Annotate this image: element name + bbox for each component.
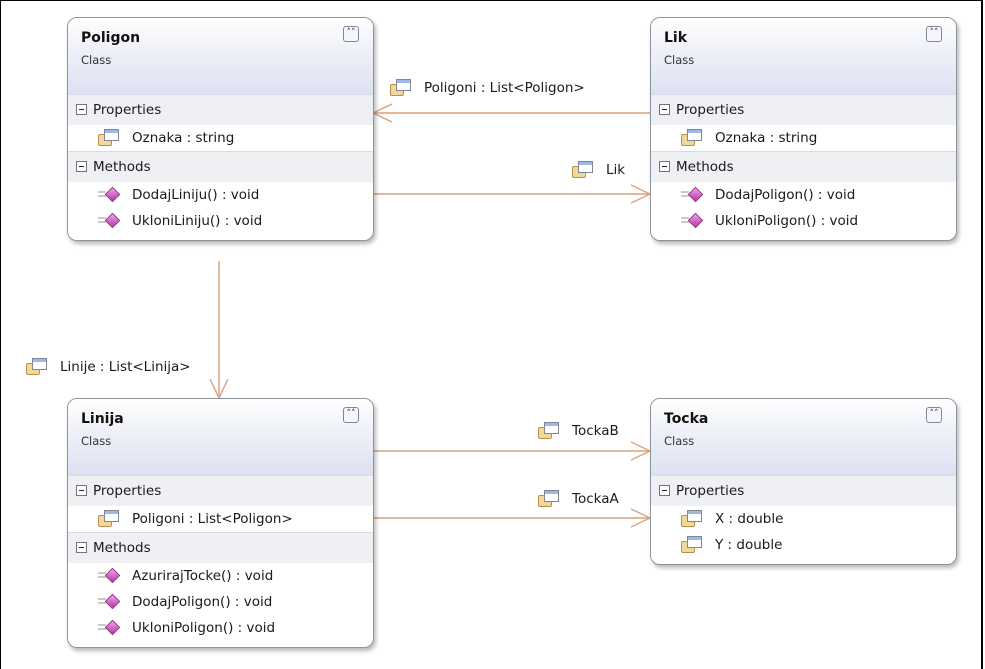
method-item[interactable]: DodajPoligon() : void xyxy=(68,589,373,615)
property-icon xyxy=(681,129,703,146)
association-label-text: Lik xyxy=(606,162,626,178)
method-item[interactable]: DodajPoligon() : void xyxy=(651,182,956,208)
association-label-tockaa[interactable]: TockaA xyxy=(538,490,619,507)
class-header[interactable]: Lik Class ˄˄ xyxy=(651,18,956,94)
member-label: DodajPoligon() : void xyxy=(715,187,856,203)
class-stereotype: Class xyxy=(81,53,112,67)
class-name: Tocka xyxy=(664,411,709,427)
section-label: Properties xyxy=(93,483,162,499)
property-icon xyxy=(390,79,412,96)
section-label: Methods xyxy=(93,540,151,556)
property-icon xyxy=(681,536,703,553)
property-icon xyxy=(538,490,560,507)
association-label-poligoni[interactable]: Poligoni : List<Poligon> xyxy=(390,79,585,96)
class-name: Poligon xyxy=(81,30,141,46)
method-icon xyxy=(681,186,704,203)
property-item[interactable]: Poligoni : List<Poligon> xyxy=(68,506,373,532)
class-tocka[interactable]: Tocka Class ˄˄ Properties X : double Y :… xyxy=(650,398,957,565)
member-label: Oznaka : string xyxy=(132,130,235,146)
section-label: Methods xyxy=(93,159,151,175)
member-label: X : double xyxy=(715,511,784,527)
property-item[interactable]: X : double xyxy=(651,506,956,532)
method-item[interactable]: DodajLiniju() : void xyxy=(68,182,373,208)
method-item[interactable]: UkloniPoligon() : void xyxy=(68,615,373,647)
properties-section-header[interactable]: Properties xyxy=(68,94,373,125)
methods-section-header[interactable]: Methods xyxy=(651,151,956,182)
property-icon xyxy=(98,510,120,527)
section-toggle-icon[interactable] xyxy=(76,542,87,553)
class-stereotype: Class xyxy=(81,434,112,448)
collapse-icon[interactable]: ˄˄ xyxy=(926,26,942,42)
method-item[interactable]: AzurirajTocke() : void xyxy=(68,563,373,589)
section-toggle-icon[interactable] xyxy=(76,104,87,115)
class-name: Lik xyxy=(664,30,688,46)
association-label-linije[interactable]: Linije : List<Linija> xyxy=(26,358,191,375)
property-icon xyxy=(572,161,594,178)
association-label-tockab[interactable]: TockaB xyxy=(538,422,619,439)
section-toggle-icon[interactable] xyxy=(76,161,87,172)
member-label: UkloniPoligon() : void xyxy=(715,213,859,229)
member-label: UkloniLiniju() : void xyxy=(132,213,263,229)
property-icon xyxy=(538,422,560,439)
property-icon xyxy=(26,358,48,375)
member-label: Y : double xyxy=(715,537,783,553)
section-label: Properties xyxy=(676,102,745,118)
association-label-text: Poligoni : List<Poligon> xyxy=(424,80,585,96)
class-header[interactable]: Tocka Class ˄˄ xyxy=(651,399,956,475)
method-item[interactable]: UkloniPoligon() : void xyxy=(651,208,956,240)
section-toggle-icon[interactable] xyxy=(659,104,670,115)
member-label: Oznaka : string xyxy=(715,130,818,146)
properties-section-header[interactable]: Properties xyxy=(651,475,956,506)
section-toggle-icon[interactable] xyxy=(659,161,670,172)
section-toggle-icon[interactable] xyxy=(76,485,87,496)
class-name: Linija xyxy=(81,411,124,427)
method-icon xyxy=(98,593,121,610)
member-label: Poligoni : List<Poligon> xyxy=(132,511,293,527)
association-label-text: Linije : List<Linija> xyxy=(60,359,191,375)
class-lik[interactable]: Lik Class ˄˄ Properties Oznaka : string … xyxy=(650,17,957,241)
class-stereotype: Class xyxy=(664,434,695,448)
method-icon xyxy=(98,567,121,584)
property-item[interactable]: Y : double xyxy=(651,532,956,564)
section-label: Properties xyxy=(93,102,162,118)
method-icon xyxy=(681,212,704,229)
section-label: Properties xyxy=(676,483,745,499)
property-item[interactable]: Oznaka : string xyxy=(68,125,373,151)
member-label: DodajPoligon() : void xyxy=(132,594,273,610)
methods-section-header[interactable]: Methods xyxy=(68,151,373,182)
member-label: UkloniPoligon() : void xyxy=(132,620,276,636)
member-label: DodajLiniju() : void xyxy=(132,187,260,203)
association-label-text: TockaA xyxy=(572,491,619,507)
methods-section-header[interactable]: Methods xyxy=(68,532,373,563)
association-label-lik[interactable]: Lik xyxy=(572,161,625,178)
method-item[interactable]: UkloniLiniju() : void xyxy=(68,208,373,240)
section-toggle-icon[interactable] xyxy=(659,485,670,496)
method-icon xyxy=(98,186,121,203)
class-header[interactable]: Poligon Class ˄˄ xyxy=(68,18,373,94)
collapse-icon[interactable]: ˄˄ xyxy=(343,407,359,423)
class-poligon[interactable]: Poligon Class ˄˄ Properties Oznaka : str… xyxy=(67,17,374,241)
class-header[interactable]: Linija Class ˄˄ xyxy=(68,399,373,475)
property-item[interactable]: Oznaka : string xyxy=(651,125,956,151)
method-icon xyxy=(98,619,121,636)
class-stereotype: Class xyxy=(664,53,695,67)
association-label-text: TockaB xyxy=(572,423,619,439)
member-label: AzurirajTocke() : void xyxy=(132,568,274,584)
method-icon xyxy=(98,212,121,229)
properties-section-header[interactable]: Properties xyxy=(68,475,373,506)
class-linija[interactable]: Linija Class ˄˄ Properties Poligoni : Li… xyxy=(67,398,374,648)
property-icon xyxy=(98,129,120,146)
property-icon xyxy=(681,510,703,527)
collapse-icon[interactable]: ˄˄ xyxy=(343,26,359,42)
properties-section-header[interactable]: Properties xyxy=(651,94,956,125)
collapse-icon[interactable]: ˄˄ xyxy=(926,407,942,423)
section-label: Methods xyxy=(676,159,734,175)
